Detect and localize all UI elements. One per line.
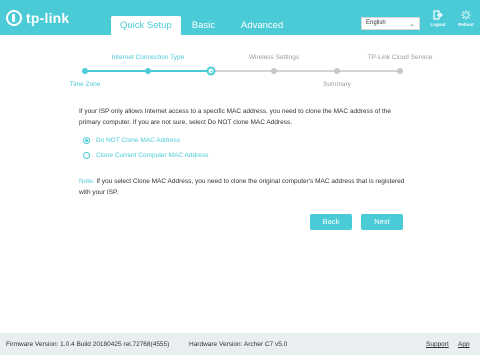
step-dot-6 xyxy=(397,68,403,74)
step-dot-2 xyxy=(145,68,151,74)
step-label-tplink-cloud-service: TP-Link Cloud Service xyxy=(367,54,433,61)
top-header: tp-link Quick Setup Basic Advanced Engli… xyxy=(0,0,480,35)
logout-label: Logout xyxy=(430,22,446,27)
step-dot-5 xyxy=(334,68,340,74)
main-nav: Quick Setup Basic Advanced xyxy=(111,16,292,35)
step-label-wireless-settings: Wireless Settings xyxy=(248,54,300,61)
step-dot-1 xyxy=(82,68,88,74)
radio-checked-icon xyxy=(83,137,90,144)
note-label: Note: xyxy=(79,178,95,185)
setup-progress: Internet Connection Type Wireless Settin… xyxy=(0,35,480,95)
step-label-time-zone: Time Zone xyxy=(69,81,101,88)
footer: Firmware Version: 1.0.4 Build 20180425 r… xyxy=(0,333,480,355)
note-text: If you select Clone MAC Address, you nee… xyxy=(79,178,405,196)
tab-advanced[interactable]: Advanced xyxy=(232,16,292,35)
radio-label-do-not-clone: Do NOT Clone MAC Address xyxy=(96,137,181,144)
logout-icon xyxy=(433,10,443,20)
chevron-down-icon: ⌄ xyxy=(409,21,415,28)
mac-clone-note: Note: If you select Clone MAC Address, y… xyxy=(79,176,409,198)
step-dot-current xyxy=(206,66,216,76)
tplink-logo: tp-link xyxy=(6,8,69,28)
language-selected: English xyxy=(366,20,386,26)
app-link[interactable]: App xyxy=(458,341,470,348)
tab-quick-setup[interactable]: Quick Setup xyxy=(111,16,181,35)
firmware-version: Firmware Version: 1.0.4 Build 20180425 r… xyxy=(6,341,170,348)
tplink-logo-icon xyxy=(6,10,22,26)
reboot-label: Reboot xyxy=(458,22,474,27)
next-button[interactable]: Next xyxy=(361,214,403,230)
back-button[interactable]: Back xyxy=(310,214,352,230)
radio-clone-current[interactable]: Clone Current Computer MAC Address xyxy=(83,152,208,159)
reboot-button[interactable]: Reboot xyxy=(455,10,477,27)
tab-basic[interactable]: Basic xyxy=(183,16,224,35)
progress-line-2 xyxy=(148,70,211,72)
hardware-version: Hardware Version: Archer C7 v5.0 xyxy=(189,341,288,348)
mac-clone-description: If your ISP only allows Internet access … xyxy=(79,108,392,126)
progress-line-1 xyxy=(85,70,148,72)
step-label-internet-connection-type: Internet Connection Type xyxy=(111,54,185,61)
logout-button[interactable]: Logout xyxy=(427,10,449,27)
radio-unchecked-icon xyxy=(83,152,90,159)
quick-setup-panel: Internet Connection Type Wireless Settin… xyxy=(0,35,480,333)
step-dot-4 xyxy=(271,68,277,74)
radio-label-clone-current: Clone Current Computer MAC Address xyxy=(96,152,209,159)
step-label-summary: Summary xyxy=(323,81,351,88)
progress-line-3 xyxy=(211,70,400,72)
reboot-icon xyxy=(461,10,471,20)
brand-name: tp-link xyxy=(26,10,70,26)
support-link[interactable]: Support xyxy=(426,341,449,348)
language-select[interactable]: English ⌄ xyxy=(361,17,420,30)
radio-do-not-clone[interactable]: Do NOT Clone MAC Address xyxy=(83,137,180,144)
